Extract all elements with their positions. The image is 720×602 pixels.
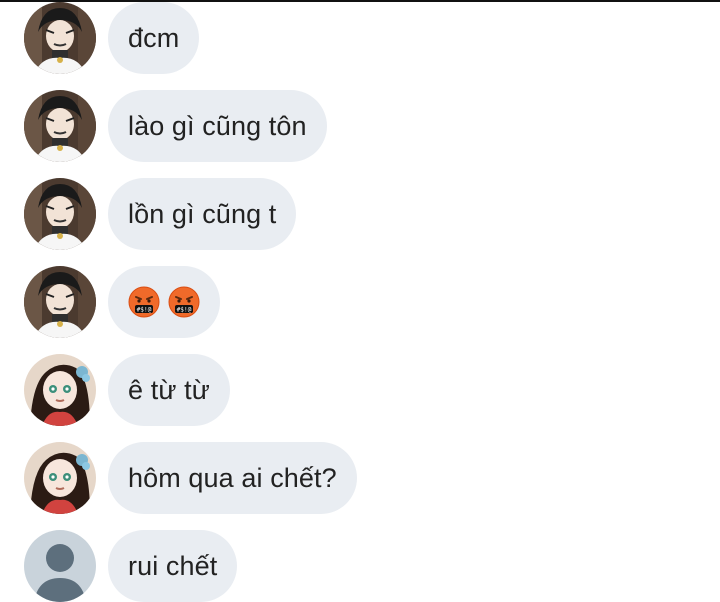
message-row[interactable]: ê từ từ	[24, 354, 230, 426]
message-bubble[interactable]: hôm qua ai chết?	[108, 442, 357, 514]
message-text: đcm	[128, 22, 180, 53]
message-row[interactable]: đcm	[24, 2, 200, 74]
message-row[interactable]: hôm qua ai chết?	[24, 442, 357, 514]
message-text: rui chết	[128, 550, 218, 581]
message-text: ê từ từ	[128, 374, 210, 405]
message-text: hôm qua ai chết?	[128, 462, 337, 493]
chat-thread[interactable]: đcm lào gì cũng tôn lồn gì cũng t #$!@ #…	[0, 0, 720, 602]
message-row[interactable]: lồn gì cũng t	[24, 178, 297, 250]
message-text: lào gì cũng tôn	[128, 110, 307, 141]
male-avatar-icon[interactable]	[24, 178, 96, 250]
default-user-avatar-icon[interactable]	[24, 530, 96, 602]
cursing-face-emoji-icon: #$!@	[128, 286, 160, 318]
emoji-message-bubble[interactable]: #$!@ #$!@	[108, 266, 220, 338]
female-avatar-icon[interactable]	[24, 354, 96, 426]
male-avatar-icon[interactable]	[24, 266, 96, 338]
svg-text:#$!@: #$!@	[177, 307, 192, 314]
message-bubble[interactable]: ê từ từ	[108, 354, 230, 426]
male-avatar-icon[interactable]	[24, 2, 96, 74]
message-row[interactable]: lào gì cũng tôn	[24, 90, 327, 162]
female-avatar-icon[interactable]	[24, 442, 96, 514]
message-text: lồn gì cũng t	[128, 198, 277, 229]
svg-text:#$!@: #$!@	[137, 307, 152, 314]
male-avatar-icon[interactable]	[24, 90, 96, 162]
message-bubble[interactable]: rui chết	[108, 530, 238, 602]
message-row[interactable]: #$!@ #$!@	[24, 266, 220, 338]
message-bubble[interactable]: lào gì cũng tôn	[108, 90, 327, 162]
message-bubble[interactable]: lồn gì cũng t	[108, 178, 297, 250]
message-row[interactable]: rui chết	[24, 530, 238, 602]
message-bubble[interactable]: đcm	[108, 2, 200, 74]
cursing-face-emoji-icon: #$!@	[168, 286, 200, 318]
